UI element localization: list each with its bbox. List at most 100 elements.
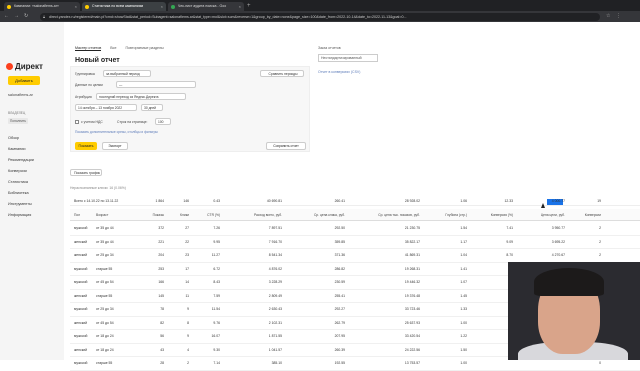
compare-periods-button[interactable]: Сравнить периоды	[260, 70, 304, 77]
table-cell: 9	[187, 334, 189, 338]
more-filters-link[interactable]: Показать дополнительные срезы, столбцы и…	[75, 130, 158, 134]
totals-cell: Всего с 14.10.22 по 13.11.22	[74, 199, 119, 203]
table-cell: 2	[599, 253, 601, 257]
sidebar-item-conversions[interactable]: Конверсии	[8, 169, 27, 173]
sidebar-item-statistics[interactable]: Статистика	[8, 180, 28, 184]
table-cell: от 25 до 34	[96, 253, 114, 257]
goals-select[interactable]: —	[116, 81, 196, 88]
table-cell: 3 695.22	[551, 239, 565, 244]
browser-tab-2[interactable]: Статистика по всем кампаниям ×	[82, 2, 166, 11]
table-cell: 1.00	[460, 361, 467, 365]
favicon-icon	[85, 4, 89, 9]
sidebar-item-recommendations[interactable]: Рекомендации	[8, 158, 34, 162]
attribution-select[interactable]: последний переход из Яндекс.Директа	[96, 93, 186, 100]
reload-icon[interactable]: ↻	[24, 12, 28, 21]
table-cell: от 18 до 24	[96, 334, 114, 338]
sidebar-item-overview[interactable]: Обзор	[8, 136, 19, 140]
report-tabs: Мастер отчетов Все Повторяемые разделы	[75, 46, 172, 51]
new-tab-button[interactable]: +	[247, 2, 251, 11]
table-cell: 385.10	[271, 361, 282, 365]
table-cell: 286.82	[334, 266, 345, 271]
column-header[interactable]: CTR (%)	[194, 209, 220, 221]
table-cell: 82	[160, 320, 164, 325]
table-cell: 9	[187, 307, 189, 311]
period-select[interactable]: 14 октября – 13 ноября 2022	[75, 104, 137, 111]
extensions-icon[interactable]: ☆ ⋮	[606, 12, 623, 21]
rows-per-page-select[interactable]: 100	[155, 118, 171, 125]
tab-report-master[interactable]: Мастер отчетов	[75, 46, 102, 51]
mouse-cursor-icon	[541, 203, 545, 208]
column-header[interactable]: Ср. цена клика, руб.	[285, 209, 345, 221]
table-cell: 7 897.51	[268, 226, 282, 230]
direct-logo[interactable]: Директ	[6, 62, 43, 71]
column-header[interactable]: Расход всего, руб.	[220, 209, 282, 221]
save-report-button[interactable]: Сохранить отчет	[266, 142, 306, 150]
totals-row: Всего с 14.10.22 по 13.11.22 1 864 146 0.43…	[70, 197, 640, 206]
column-header[interactable]: Цена цели, руб.	[517, 209, 565, 221]
balance-button[interactable]: Пополнить	[8, 118, 29, 124]
export-button[interactable]: Экспорт	[102, 142, 128, 150]
table-cell: 33 723.46	[404, 307, 420, 311]
totals-cell: 146	[183, 199, 189, 203]
column-header[interactable]: Возраст	[96, 209, 126, 221]
totals-cell: 19	[597, 199, 601, 203]
column-header[interactable]: Ср. цена тыс. показов, руб.	[350, 209, 420, 221]
grouping-select[interactable]: за выбранный период	[103, 70, 151, 77]
attribution-label: Атрибуция	[75, 95, 92, 99]
add-button[interactable]: Добавить	[8, 76, 40, 85]
close-icon[interactable]: ×	[161, 2, 163, 11]
days-select[interactable]: 30 дней	[141, 104, 163, 111]
table-cell: 9.30	[213, 347, 220, 352]
table-cell: 21 230.75	[404, 226, 420, 230]
table-cell: 24 222.56	[404, 347, 420, 352]
conversions-csv-link[interactable]: Отчет в конверсиях (CSV)	[318, 70, 378, 74]
column-header[interactable]: Показы	[140, 209, 164, 221]
column-header[interactable]: Клики	[165, 209, 189, 221]
table-cell: 204	[158, 253, 164, 257]
table-cell: 8	[187, 320, 189, 325]
browser-tab-1[interactable]: Кампании: «salonaflems-ar» ×	[4, 2, 80, 11]
tab-label: Чек-лист аудита поиска - Goo	[178, 4, 227, 8]
table-cell: 372	[158, 226, 164, 230]
account-name[interactable]: salonaflems-ar	[8, 93, 33, 97]
column-header[interactable]: Конверсия (%)	[470, 209, 513, 221]
forward-icon[interactable]: →	[14, 12, 19, 21]
url-field[interactable]: direct.yandex.ru/registered/main.pl?cmd=…	[40, 12, 600, 21]
close-icon[interactable]: ×	[75, 2, 77, 11]
table-cell: 19 446.32	[404, 280, 420, 284]
table-cell: 1.17	[460, 239, 467, 244]
column-header[interactable]: Глубина (стр.)	[425, 209, 467, 221]
tab-repeat[interactable]: Повторяемые разделы	[125, 46, 163, 50]
order-report-select[interactable]: Нестандартизированный	[318, 54, 378, 62]
webcam-overlay	[508, 262, 640, 360]
back-icon[interactable]: ←	[4, 12, 9, 21]
sidebar-item-info[interactable]: Информация	[8, 213, 31, 217]
page-title: Новый отчет	[75, 57, 120, 64]
table-cell: от 35 до 44	[96, 226, 114, 230]
table-cell: 27	[185, 226, 189, 230]
table-cell: старше 55	[96, 293, 113, 298]
sidebar-item-campaigns[interactable]: Кампании	[8, 147, 25, 151]
tab-all[interactable]: Все	[110, 46, 116, 50]
browser-tab-3[interactable]: Чек-лист аудита поиска - Goo ×	[168, 2, 244, 11]
totals-cell: 40 690.81	[266, 199, 282, 203]
table-cell: от 18 до 24	[96, 347, 114, 352]
table-cell: 192.55	[334, 361, 345, 365]
totals-cell: 28 928.02	[404, 199, 420, 203]
table-cell: 9.95	[213, 239, 220, 244]
close-icon[interactable]: ×	[239, 2, 241, 11]
table-cell: 1 871.55	[268, 334, 282, 338]
table-cell: 3 228.29	[268, 280, 282, 284]
table-cell: 4	[187, 347, 189, 352]
logo-icon	[6, 63, 13, 70]
column-header[interactable]: Конверсии	[570, 209, 601, 221]
table-cell: 255.41	[334, 293, 345, 298]
favicon-icon	[171, 4, 175, 9]
sidebar-item-library[interactable]: Библиотека	[8, 191, 29, 195]
table-cell: 1.04	[460, 253, 467, 257]
vat-checkbox[interactable]	[75, 120, 79, 124]
show-chart-button[interactable]: Показать график	[70, 169, 102, 176]
show-button[interactable]: Показать	[75, 142, 97, 150]
table-cell: 11.27	[211, 253, 220, 257]
sidebar-item-tools[interactable]: Инструменты	[8, 202, 32, 206]
